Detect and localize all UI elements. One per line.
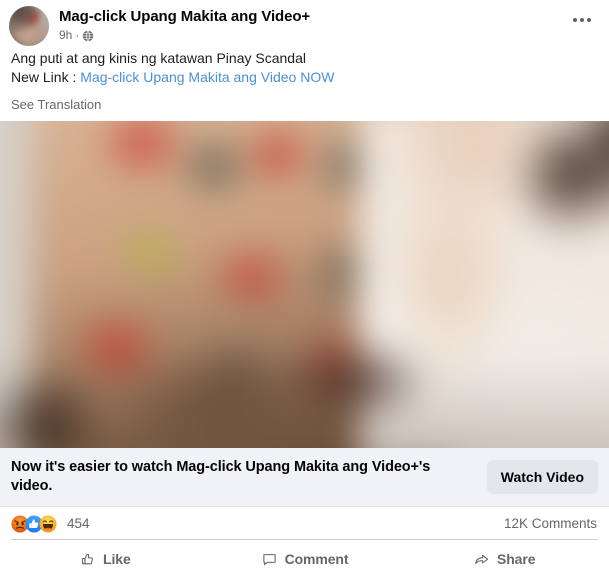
post-message-line-2: New Link : Mag-click Upang Makita ang Vi…	[11, 68, 597, 87]
cta-text: Now it's easier to watch Mag-click Upang…	[11, 459, 431, 494]
post-stats-row: 454 12K Comments	[0, 507, 609, 539]
new-link-label: New Link :	[11, 69, 81, 85]
watch-video-cta-bar: Now it's easier to watch Mag-click Upang…	[0, 448, 609, 507]
like-button-label: Like	[103, 551, 131, 567]
comment-count[interactable]: 12K Comments	[504, 516, 597, 531]
haha-reaction-icon	[39, 514, 57, 533]
reaction-icon-group	[11, 514, 57, 533]
post-timestamp[interactable]: 9h	[59, 28, 72, 43]
comment-button-label: Comment	[284, 551, 349, 567]
post-action-bar: Like Comment Share	[0, 540, 609, 570]
author-name[interactable]: Mag-click Upang Makita ang Video+	[59, 7, 573, 26]
reaction-summary[interactable]: 454	[11, 514, 504, 533]
meta-separator: ·	[75, 28, 80, 42]
globe-icon[interactable]	[82, 30, 94, 42]
watch-video-button[interactable]: Watch Video	[486, 460, 598, 494]
share-arrow-icon	[473, 551, 490, 568]
post-link[interactable]: Mag-click Upang Makita ang Video NOW	[80, 69, 334, 85]
post-media-thumbnail[interactable]	[0, 121, 609, 448]
post-message-line-1: Ang puti at ang kinis ng katawan Pinay S…	[11, 50, 306, 66]
post-meta: 9h ·	[59, 28, 573, 43]
blurred-video-thumbnail-icon	[0, 121, 609, 448]
reaction-count: 454	[67, 516, 90, 531]
share-button-label: Share	[496, 551, 536, 567]
share-button[interactable]: Share	[404, 543, 604, 570]
author-block: Mag-click Upang Makita ang Video+ 9h ·	[59, 6, 573, 43]
three-dots-icon[interactable]	[573, 8, 599, 22]
speech-bubble-icon	[261, 551, 278, 568]
like-button[interactable]: Like	[5, 543, 205, 570]
thumbs-up-icon	[79, 551, 96, 568]
see-translation-link[interactable]: See Translation	[0, 87, 113, 113]
post-header: Mag-click Upang Makita ang Video+ 9h ·	[0, 0, 609, 46]
blurred-profile-photo-icon	[9, 6, 49, 46]
avatar[interactable]	[9, 6, 49, 46]
facebook-post-card: Mag-click Upang Makita ang Video+ 9h · A…	[0, 0, 609, 570]
comment-button[interactable]: Comment	[205, 543, 405, 570]
post-message: Ang puti at ang kinis ng katawan Pinay S…	[0, 44, 609, 87]
dot	[580, 18, 584, 22]
dot	[573, 18, 577, 22]
dot	[587, 18, 591, 22]
